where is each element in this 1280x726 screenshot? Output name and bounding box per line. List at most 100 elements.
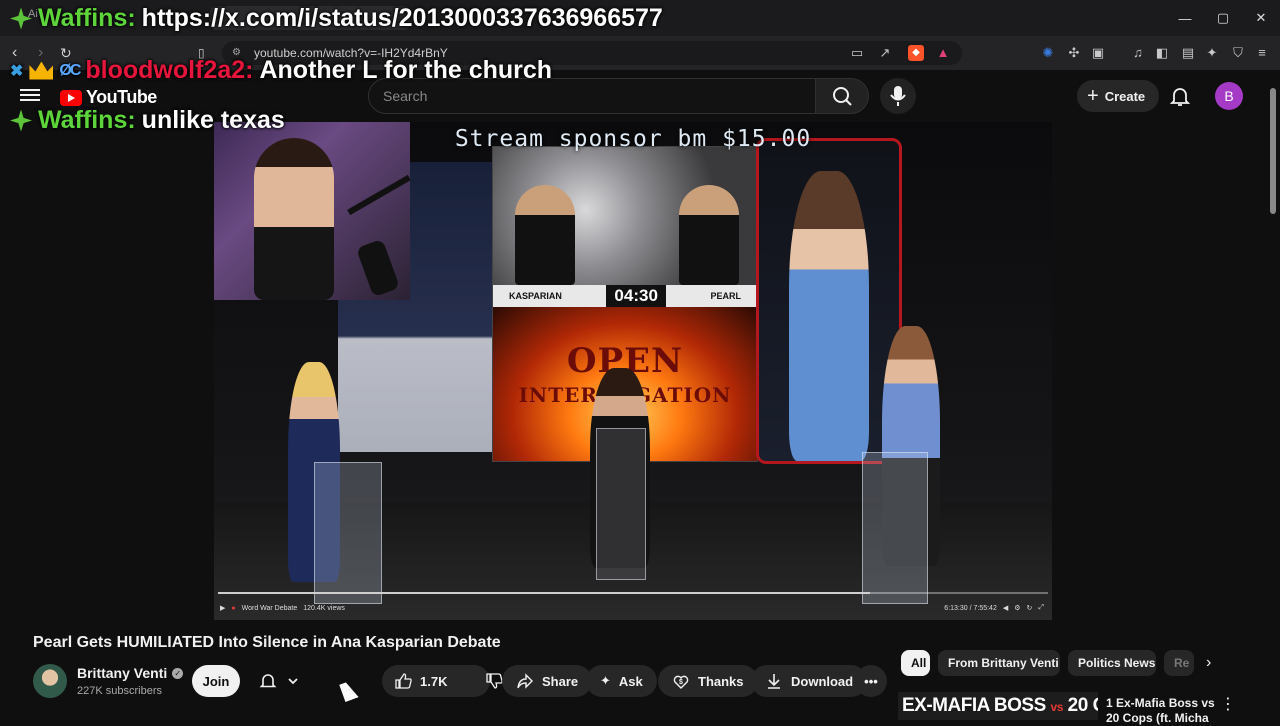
embedded-channel-name: Word War Debate	[241, 604, 298, 612]
debate-timer: 04:30	[606, 285, 666, 307]
streamer-webcam	[214, 122, 410, 300]
notifications-bell-icon[interactable]	[1168, 84, 1192, 108]
svg-text:$: $	[679, 679, 683, 686]
scoreboard-left-name: KASPARIAN	[509, 291, 562, 301]
embedded-channel-icon: ●	[231, 604, 236, 612]
embedded-player-left-controls: ▶ ● Word War Debate 120.4K views	[220, 604, 345, 613]
chip-from-channel[interactable]: From Brittany Venti	[938, 650, 1060, 676]
account-avatar[interactable]: B	[1215, 82, 1243, 110]
shield-icon[interactable]: ⛉	[1230, 45, 1246, 61]
brave-shields-icon[interactable]: ◆	[908, 45, 924, 61]
create-button[interactable]: + Create	[1077, 80, 1160, 112]
youtube-play-icon	[60, 89, 82, 106]
search-button[interactable]	[815, 78, 869, 114]
streamer	[254, 138, 334, 300]
ask-button[interactable]: ✦ Ask	[586, 665, 657, 697]
reading-list-icon[interactable]: ◧	[1154, 45, 1170, 61]
join-button[interactable]: Join	[192, 665, 240, 697]
verified-check-icon: ✓	[172, 667, 184, 679]
menu-icon[interactable]: ≡	[1254, 45, 1270, 61]
debater-portrait-left	[515, 185, 575, 285]
channel-name[interactable]: Brittany Venti	[77, 665, 167, 681]
debater-portraits	[493, 147, 757, 287]
plus-icon: +	[1087, 84, 1099, 107]
recommended-video-thumbnail[interactable]: EX-MAFIA BOSS vs 20 COPS	[898, 692, 1098, 720]
window-controls: — ▢ ✕	[1166, 0, 1280, 36]
thumbnail-vs: vs	[1050, 700, 1064, 714]
chat-message-3: Waffins: unlike texas	[10, 106, 285, 135]
page-scrollbar[interactable]	[1270, 88, 1276, 214]
chat-username: Waffins:	[38, 106, 136, 134]
thanks-button[interactable]: $ Thanks	[658, 665, 758, 697]
close-window-button[interactable]: ✕	[1242, 0, 1280, 36]
sparkle-badge-icon	[10, 7, 32, 30]
extensions-icon[interactable]: ✣	[1066, 45, 1082, 61]
guide-menu-icon[interactable]	[20, 86, 40, 106]
minimize-button[interactable]: —	[1166, 0, 1204, 36]
maximize-button[interactable]: ▢	[1204, 0, 1242, 36]
speaker-on-screen	[789, 171, 869, 461]
channel-avatar[interactable]	[33, 664, 67, 698]
super-thanks-icon: $	[673, 675, 689, 689]
oc-badge-icon: ØC	[59, 61, 81, 79]
recommended-video-title[interactable]: 1 Ex-Mafia Boss vs 20 Cops (ft. Micha	[1106, 696, 1216, 726]
more-vertical-icon[interactable]: ⋮	[1220, 694, 1236, 714]
video-player[interactable]: KASPARIAN 04:30 PEARL OPEN INTERROGATION…	[214, 122, 1052, 620]
vpn-icon[interactable]: ✺	[1040, 45, 1056, 61]
youtube-wordmark: YouTube	[86, 87, 157, 107]
download-button[interactable]: Download	[751, 665, 868, 697]
chat-text: Another L for the church	[259, 56, 553, 84]
voice-search-button[interactable]	[880, 78, 916, 114]
loop-icon: ↻	[1026, 605, 1033, 612]
brave-rewards-icon[interactable]: ▲	[935, 45, 951, 61]
share-button[interactable]: Share	[502, 665, 593, 697]
volume-icon: ◀	[1002, 605, 1009, 612]
subscription-bell-button[interactable]	[248, 665, 310, 697]
streamer-microphone	[355, 238, 401, 298]
video-progress-bar[interactable]	[218, 592, 1048, 594]
thumbs-up-icon	[395, 673, 412, 689]
chat-message-1: Waffins: https://x.com/i/status/20130003…	[10, 4, 663, 33]
leo-ai-icon[interactable]: ✦	[1204, 45, 1220, 61]
mic-arm	[347, 174, 410, 216]
more-horizontal-icon: •••	[864, 673, 878, 689]
podium-right	[862, 452, 928, 604]
like-dislike-group: 1.7K	[382, 665, 504, 697]
chat-message-2: ✖ ØC bloodwolf2a2: Another L for the chu…	[10, 56, 552, 85]
sidebar-panel-icon[interactable]: ▣	[1090, 45, 1106, 61]
chip-all[interactable]: All	[901, 650, 930, 676]
share-icon	[517, 673, 533, 689]
cast-icon[interactable]: ▭	[849, 45, 865, 61]
download-icon	[768, 674, 780, 689]
channel-name-row[interactable]: Brittany Venti ✓	[77, 665, 184, 681]
like-button[interactable]: 1.7K	[382, 665, 457, 697]
more-actions-button[interactable]: •••	[855, 665, 887, 697]
chat-text: unlike texas	[141, 106, 285, 134]
podium-center	[596, 428, 646, 580]
podium-left	[314, 462, 382, 604]
thumbnail-left-text: EX-MAFIA BOSS	[902, 695, 1046, 716]
chip-politics-news[interactable]: Politics News	[1068, 650, 1156, 676]
sparkle-badge-icon	[10, 109, 32, 132]
share-page-icon[interactable]: ↗	[877, 45, 893, 61]
video-progress-fill	[218, 592, 870, 594]
microphone-icon	[890, 86, 906, 106]
mouse-cursor-icon	[339, 680, 359, 702]
chevron-right-icon[interactable]: ›	[1206, 654, 1211, 672]
embedded-player-right-controls: 6:13:30 / 7:55:42 ◀ ⚙ ↻ ⤢	[944, 604, 1044, 612]
wallet-icon[interactable]: ▤	[1180, 45, 1196, 61]
share-label: Share	[542, 673, 579, 689]
youtube-logo[interactable]: YouTube	[60, 87, 157, 108]
debater-portrait-right	[679, 185, 739, 285]
sparkle-icon: ✦	[600, 673, 611, 688]
thanks-label: Thanks	[698, 673, 744, 689]
chip-related[interactable]: Re	[1164, 650, 1194, 676]
subscriber-count: 227K subscribers	[77, 685, 162, 697]
settings-icon: ⚙	[1014, 605, 1021, 612]
stage-screen-right	[756, 138, 902, 464]
thumbs-down-icon	[486, 673, 504, 689]
media-icon[interactable]: ♫	[1130, 45, 1146, 61]
debate-scoreboard: KASPARIAN 04:30 PEARL	[493, 285, 757, 307]
video-title: Pearl Gets HUMILIATED Into Silence in An…	[33, 634, 501, 651]
chat-username: Waffins:	[38, 4, 136, 32]
